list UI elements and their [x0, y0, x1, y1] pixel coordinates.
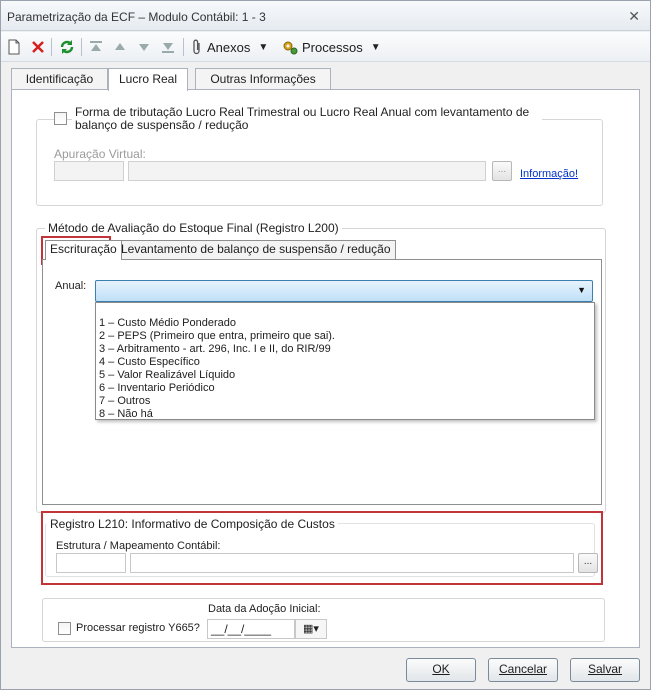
- tab-outras-informacoes[interactable]: Outras Informações: [195, 68, 331, 90]
- option-custo-especifico[interactable]: 4 – Custo Específico: [96, 356, 594, 369]
- ok-label: OK: [432, 662, 450, 676]
- anexos-menu[interactable]: Anexos ▼: [191, 37, 268, 57]
- anual-label: Anual:: [55, 280, 87, 292]
- apuracao-code-field[interactable]: [54, 161, 124, 181]
- calendar-icon: ▦▾: [303, 623, 319, 635]
- gears-icon: [283, 41, 298, 55]
- move-up-icon[interactable]: [113, 37, 127, 57]
- tab-lucro-real[interactable]: Lucro Real: [108, 68, 188, 91]
- move-down-icon[interactable]: [137, 37, 151, 57]
- y665-checkbox[interactable]: [58, 622, 71, 635]
- tributacao-checkbox-label: Forma de tributação Lucro Real Trimestra…: [72, 106, 542, 132]
- estrutura-label: Estrutura / Mapeamento Contábil:: [56, 540, 221, 552]
- move-last-icon[interactable]: [161, 37, 175, 57]
- cancelar-label: Cancelar: [498, 662, 548, 676]
- salvar-button[interactable]: Salvar: [570, 658, 640, 682]
- apuracao-label: Apuração Virtual:: [54, 147, 146, 161]
- salvar-label: Salvar: [587, 662, 622, 676]
- close-icon[interactable]: ✕: [628, 8, 640, 25]
- refresh-icon[interactable]: [59, 37, 75, 57]
- option-arbitramento[interactable]: 3 – Arbitramento - art. 296, Inc. I e II…: [96, 343, 594, 356]
- data-adocao-field[interactable]: __/__/____: [207, 619, 295, 639]
- ok-button[interactable]: OK: [406, 658, 476, 682]
- y665-checkbox-label: Processar registro Y665?: [76, 622, 200, 634]
- delete-icon[interactable]: [31, 37, 45, 57]
- option-custo-medio[interactable]: 1 – Custo Médio Ponderado: [96, 317, 594, 330]
- registro-l210-legend: Registro L210: Informativo de Composição…: [47, 517, 338, 531]
- title-bar: Parametrização da ECF – Modulo Contábil:…: [1, 1, 650, 31]
- new-document-icon[interactable]: [7, 37, 21, 57]
- option-outros[interactable]: 7 – Outros: [96, 395, 594, 408]
- informacao-link[interactable]: Informação!: [520, 168, 578, 180]
- move-first-icon[interactable]: [89, 37, 103, 57]
- estrutura-description-field[interactable]: [130, 553, 574, 573]
- estrutura-browse-button[interactable]: ...: [578, 553, 598, 573]
- option-peps[interactable]: 2 – PEPS (Primeiro que entra, primeiro q…: [96, 330, 594, 343]
- anual-dropdown[interactable]: ▼: [95, 280, 593, 302]
- subtab-escrituracao[interactable]: Escrituração: [45, 240, 122, 260]
- tab-identificacao[interactable]: Identificação: [11, 68, 108, 90]
- dropdown-arrow-icon: ▼: [577, 285, 586, 295]
- calendar-button[interactable]: ▦▾: [295, 619, 327, 639]
- chevron-down-icon: ▼: [258, 41, 269, 53]
- estoque-legend: Método de Avaliação do Estoque Final (Re…: [45, 221, 342, 235]
- chevron-down-icon: ▼: [370, 41, 381, 53]
- option-inventario-periodico[interactable]: 6 – Inventario Periódico: [96, 382, 594, 395]
- option-valor-realizavel[interactable]: 5 – Valor Realizável Líquido: [96, 369, 594, 382]
- anexos-label: Anexos: [207, 39, 251, 55]
- apuracao-browse-button[interactable]: ...: [492, 161, 512, 181]
- processos-label: Processos: [302, 39, 363, 55]
- window-title: Parametrização da ECF – Modulo Contábil:…: [7, 10, 266, 24]
- tributacao-checkbox[interactable]: [54, 112, 67, 125]
- option-nao-ha[interactable]: 8 – Não há: [96, 408, 594, 421]
- cancelar-button[interactable]: Cancelar: [488, 658, 558, 682]
- processos-menu[interactable]: Processos ▼: [282, 37, 381, 57]
- toolbar: Anexos ▼ Processos ▼: [1, 32, 650, 62]
- anual-options-list: 1 – Custo Médio Ponderado 2 – PEPS (Prim…: [95, 302, 595, 420]
- data-adocao-label: Data da Adoção Inicial:: [208, 603, 321, 615]
- lucro-real-panel: Forma de tributação Lucro Real Trimestra…: [11, 89, 640, 648]
- paperclip-icon: [193, 39, 200, 55]
- subtab-levantamento[interactable]: Levantamento de balanço de suspensão / r…: [116, 240, 396, 259]
- estrutura-code-field[interactable]: [56, 553, 126, 573]
- dialog-window: Parametrização da ECF – Modulo Contábil:…: [0, 0, 651, 690]
- apuracao-description-field[interactable]: [128, 161, 486, 181]
